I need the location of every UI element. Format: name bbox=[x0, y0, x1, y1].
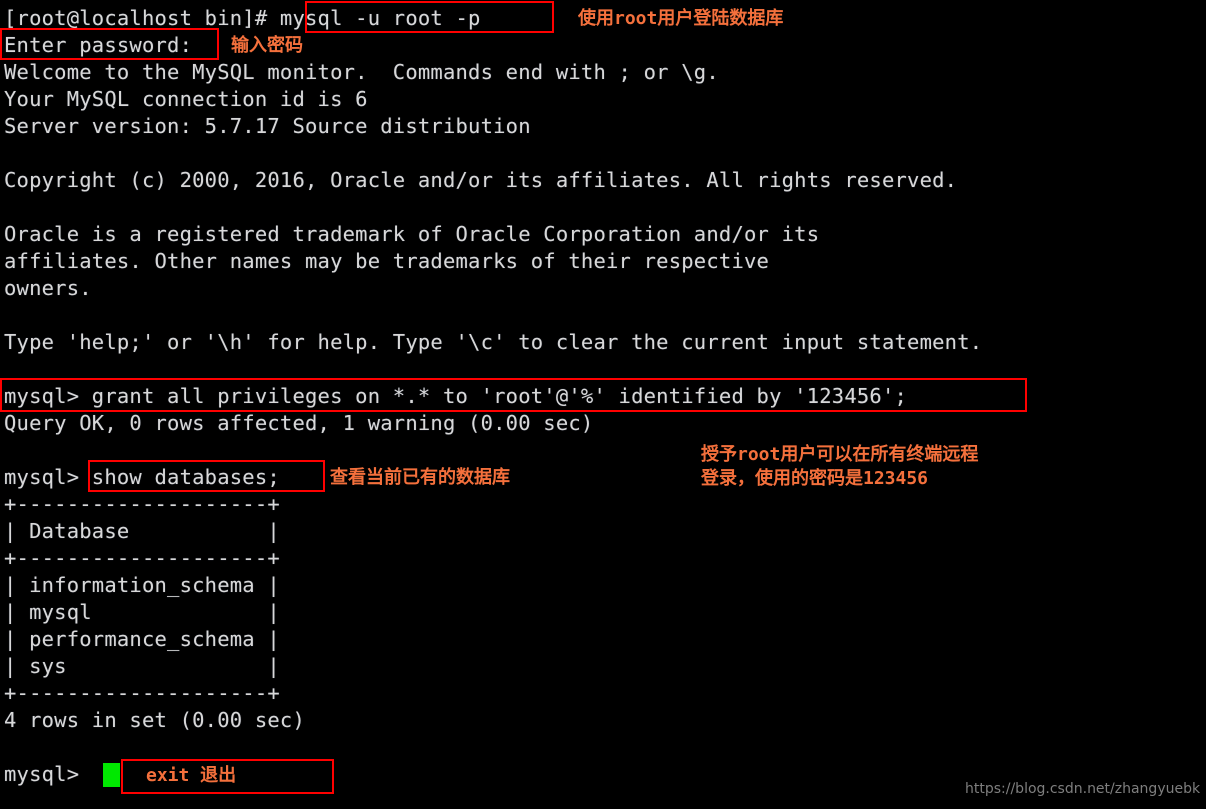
table-header-row: | Database | bbox=[4, 519, 280, 543]
terminal-line-row-count: 4 rows in set (0.00 sec) bbox=[4, 708, 306, 732]
annotation-exit-command: exit 退出 bbox=[146, 765, 237, 786]
terminal-line-prompt-login: [root@localhost bin]# mysql -u root -p bbox=[4, 6, 481, 30]
terminal-line-show-databases: mysql> show databases; bbox=[4, 465, 280, 489]
terminal-line-query-ok: Query OK, 0 rows affected, 1 warning (0.… bbox=[4, 411, 594, 435]
terminal-window: [root@localhost bin]# mysql -u root -p E… bbox=[0, 0, 1206, 809]
table-row: | mysql | bbox=[4, 600, 280, 624]
terminal-cursor bbox=[103, 763, 120, 787]
table-border-bottom: +--------------------+ bbox=[4, 681, 280, 705]
annotation-enter-password: 输入密码 bbox=[231, 35, 303, 56]
table-border-top: +--------------------+ bbox=[4, 492, 280, 516]
terminal-line-help-hint: Type 'help;' or '\h' for help. Type '\c'… bbox=[4, 330, 983, 354]
annotation-show-databases: 查看当前已有的数据库 bbox=[330, 467, 510, 488]
terminal-line-copyright: Copyright (c) 2000, 2016, Oracle and/or … bbox=[4, 168, 958, 192]
terminal-line-trademark-2: affiliates. Other names may be trademark… bbox=[4, 249, 770, 273]
table-row: | information_schema | bbox=[4, 573, 280, 597]
table-border-mid: +--------------------+ bbox=[4, 546, 280, 570]
terminal-line-trademark-3: owners. bbox=[4, 276, 92, 300]
table-row: | sys | bbox=[4, 654, 280, 678]
annotation-login-db: 使用root用户登陆数据库 bbox=[578, 8, 784, 29]
table-row: | performance_schema | bbox=[4, 627, 280, 651]
terminal-line-connection-id: Your MySQL connection id is 6 bbox=[4, 87, 368, 111]
terminal-line-welcome: Welcome to the MySQL monitor. Commands e… bbox=[4, 60, 719, 84]
terminal-line-trademark-1: Oracle is a registered trademark of Orac… bbox=[4, 222, 820, 246]
terminal-line-server-version: Server version: 5.7.17 Source distributi… bbox=[4, 114, 531, 138]
annotation-grant-line1: 授予root用户可以在所有终端远程 bbox=[701, 444, 979, 465]
annotation-grant-line2: 登录，使用的密码是123456 bbox=[701, 468, 929, 489]
watermark-url: https://blog.csdn.net/zhangyuebk bbox=[965, 781, 1201, 797]
terminal-line-prompt-final: mysql> bbox=[4, 762, 80, 786]
terminal-line-enter-password: Enter password: bbox=[4, 33, 193, 57]
terminal-line-grant-command: mysql> grant all privileges on *.* to 'r… bbox=[4, 384, 908, 408]
